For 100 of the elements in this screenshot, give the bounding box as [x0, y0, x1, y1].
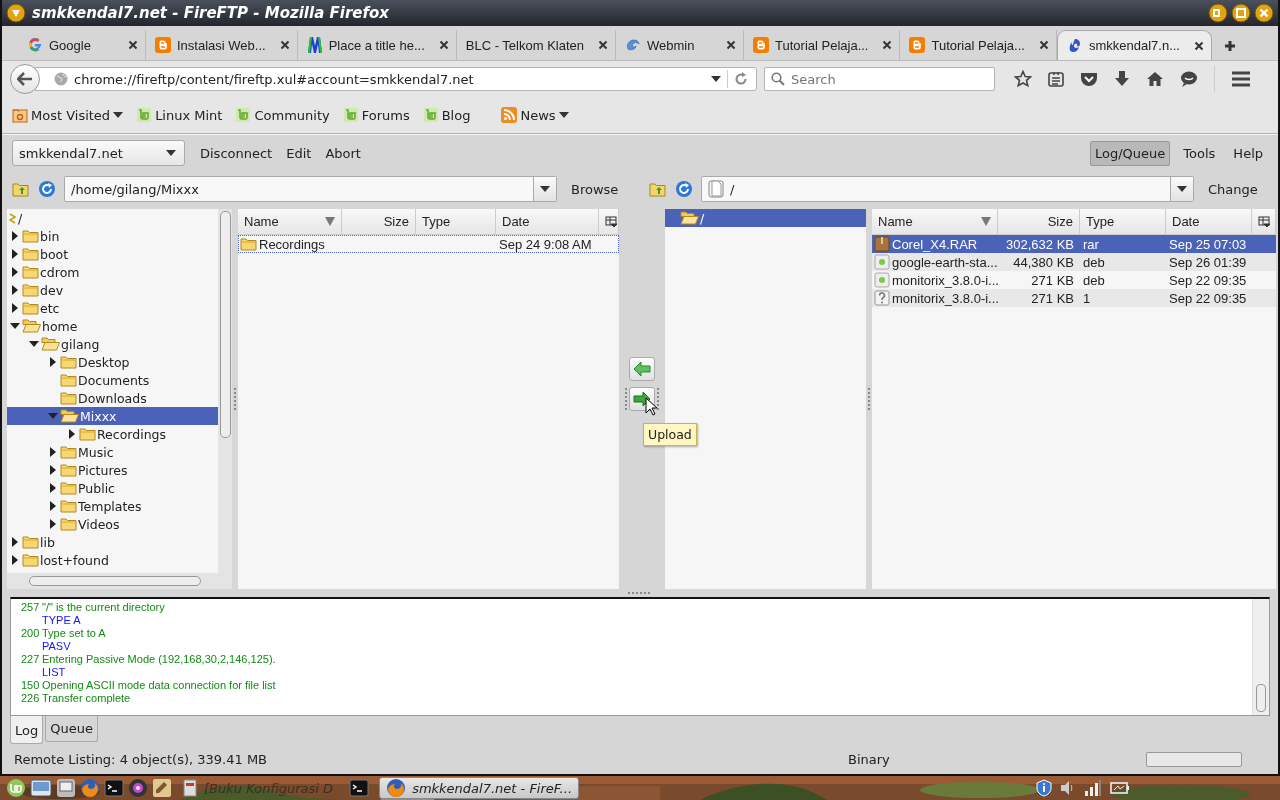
restore-icon[interactable]	[1208, 3, 1228, 23]
expand-arrow-icon[interactable]	[49, 465, 57, 475]
collapse-arrow-icon[interactable]	[29, 340, 39, 348]
tree-item[interactable]: Recordings	[7, 425, 218, 443]
toolbar-button[interactable]: Abort	[324, 142, 362, 164]
chat-icon[interactable]	[1180, 71, 1198, 87]
mint-menu-icon[interactable]	[6, 778, 26, 798]
toolbar-button[interactable]: Disconnect	[199, 142, 274, 164]
tree-item[interactable]: cdrom	[7, 263, 218, 281]
file-row[interactable]: monitorix_3.8.0-i... 271 KB deb Sep 22 09:35	[872, 271, 1276, 289]
column-header[interactable]: Type	[416, 209, 496, 234]
expand-arrow-icon[interactable]	[49, 501, 57, 511]
expand-arrow-icon[interactable]	[11, 537, 19, 547]
close-icon[interactable]	[438, 40, 449, 50]
monitor-icon[interactable]	[56, 778, 76, 798]
column-picker-icon[interactable]	[1258, 215, 1270, 228]
disc-icon[interactable]	[128, 778, 148, 798]
path-button[interactable]: Change	[1204, 179, 1262, 199]
expand-arrow-icon[interactable]	[11, 285, 19, 295]
close-icon[interactable]	[598, 40, 609, 50]
star-icon[interactable]	[1014, 70, 1032, 88]
tree-item[interactable]: Public	[7, 479, 218, 497]
expand-arrow-icon[interactable]	[49, 447, 57, 457]
home-icon[interactable]	[1146, 71, 1164, 87]
battery-icon[interactable]	[1110, 781, 1130, 795]
tree-item[interactable]: bin	[7, 227, 218, 245]
reload-icon[interactable]	[734, 72, 748, 86]
expand-arrow-icon[interactable]	[11, 231, 19, 241]
close-icon[interactable]	[726, 40, 737, 50]
refresh-icon[interactable]	[38, 180, 56, 198]
expand-arrow-icon[interactable]	[68, 429, 76, 439]
tree-item[interactable]: Pictures	[7, 461, 218, 479]
download-icon[interactable]	[1114, 70, 1130, 88]
bookmark-item[interactable]: Forums	[342, 107, 410, 123]
refresh-icon[interactable]	[675, 180, 693, 198]
expand-arrow-icon[interactable]	[49, 483, 57, 493]
path-button[interactable]: Browse	[567, 179, 623, 199]
show-desktop-icon[interactable]	[30, 778, 52, 798]
path-field[interactable]: /	[701, 176, 1194, 202]
download-button[interactable]	[629, 357, 655, 381]
bookmark-item[interactable]: Community	[235, 107, 330, 123]
collapse-arrow-icon[interactable]	[10, 322, 20, 330]
tree-item[interactable]: Downloads	[7, 389, 218, 407]
notes-icon[interactable]	[152, 778, 172, 798]
close-icon[interactable]	[882, 40, 893, 50]
tree-item[interactable]: dev	[7, 281, 218, 299]
bookmark-item[interactable]: Most Visited	[12, 107, 124, 123]
close-icon[interactable]	[1038, 40, 1049, 50]
close-icon[interactable]	[279, 40, 290, 50]
column-header[interactable]: Name	[238, 209, 342, 234]
tree-item[interactable]: Videos	[7, 515, 218, 533]
toolbar-button[interactable]: Log/Queue	[1090, 140, 1171, 166]
account-dropdown[interactable]: smkkendal7.net	[12, 140, 185, 166]
tree-item[interactable]: etc	[7, 299, 218, 317]
panel-tab[interactable]: Log	[10, 716, 44, 744]
tree-item[interactable]: Music	[7, 443, 218, 461]
column-header[interactable]: Size	[342, 209, 416, 234]
tree-item[interactable]: gilang	[7, 335, 218, 353]
terminal-icon[interactable]	[104, 778, 124, 798]
tree-item[interactable]: lost+found	[7, 551, 218, 569]
reading-list-icon[interactable]	[1048, 71, 1064, 87]
tree-item[interactable]: boot	[7, 245, 218, 263]
expand-arrow-icon[interactable]	[49, 519, 57, 529]
tree-item[interactable]: /	[665, 209, 866, 227]
column-header[interactable]: Date	[496, 209, 599, 234]
tree-item[interactable]: home	[7, 317, 218, 335]
column-header[interactable]: Name	[872, 209, 998, 234]
file-row[interactable]: google-earth-sta... 44,380 KB deb Sep 26 01:39	[872, 253, 1276, 271]
tree-item[interactable]: Desktop	[7, 353, 218, 371]
toolbar-button[interactable]: Help	[1228, 140, 1268, 166]
expand-arrow-icon[interactable]	[11, 303, 19, 313]
expand-arrow-icon[interactable]	[11, 555, 19, 565]
file-row[interactable]: monitorix_3.8.0-i... 271 KB 1 Sep 22 09:35	[872, 289, 1276, 307]
address-field[interactable]: chrome://fireftp/content/fireftp.xul#account=smkkendal7.net	[35, 67, 757, 91]
close-icon[interactable]	[1194, 40, 1204, 51]
firefox-menu-icon[interactable]	[6, 3, 26, 23]
expand-arrow-icon[interactable]	[11, 267, 19, 277]
back-button[interactable]	[10, 64, 40, 94]
scrollbar[interactable]	[7, 573, 218, 589]
menu-icon[interactable]	[1231, 71, 1251, 87]
firefox-icon[interactable]	[80, 778, 100, 798]
tree-item[interactable]: /	[7, 209, 218, 227]
column-header[interactable]: Date	[1166, 209, 1252, 234]
column-header[interactable]: Size	[998, 209, 1080, 234]
path-field[interactable]: /home/gilang/Mixxx	[64, 176, 557, 202]
maximize-icon[interactable]	[1231, 3, 1251, 23]
search-field[interactable]: Search	[764, 67, 995, 91]
taskbar-window[interactable]: smkkendal7.net - FireF...	[379, 777, 579, 799]
tree-item[interactable]: Documents	[7, 371, 218, 389]
file-row[interactable]: Corel_X4.RAR 302,632 KB rar Sep 25 07:03	[872, 235, 1276, 253]
close-icon[interactable]	[1254, 3, 1274, 23]
file-row[interactable]: Recordings Sep 24 9:08 AM	[238, 235, 619, 253]
tree-item[interactable]: Templates	[7, 497, 218, 515]
browser-tab[interactable]: smkkendal7.n...	[1056, 30, 1212, 60]
toolbar-button[interactable]: Tools	[1178, 140, 1221, 166]
column-picker-icon[interactable]	[605, 215, 617, 228]
panel-tab[interactable]: Queue	[45, 716, 98, 742]
expand-arrow-icon[interactable]	[11, 249, 19, 259]
bookmark-item[interactable]: News	[501, 107, 569, 123]
tree-item[interactable]: Mixxx	[7, 407, 218, 425]
